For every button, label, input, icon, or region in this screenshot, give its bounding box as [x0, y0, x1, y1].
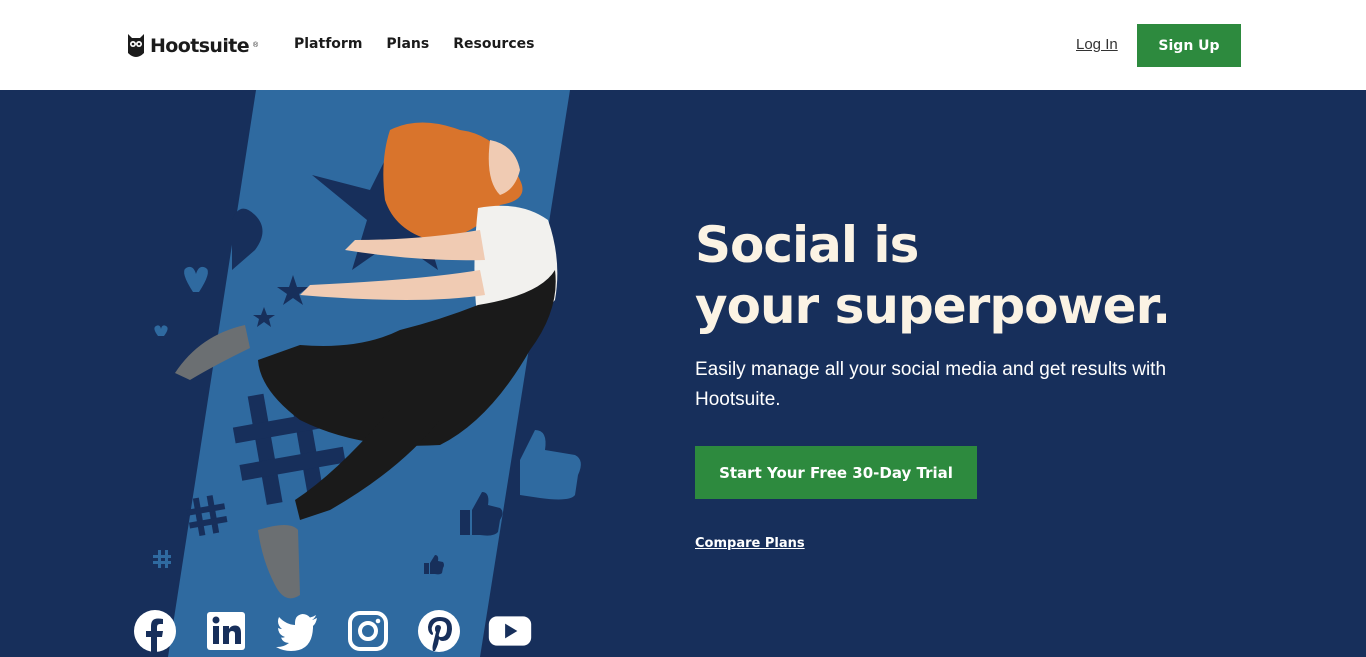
free-trial-button[interactable]: Start Your Free 30-Day Trial [695, 446, 977, 499]
hero-illustration [153, 90, 581, 657]
compare-plans-link[interactable]: Compare Plans [695, 536, 805, 551]
nav-item-platform[interactable]: Platform [294, 36, 362, 52]
twitter-icon [275, 609, 319, 653]
thumbs-up-large-icon [520, 430, 581, 500]
hero-headline: Social is your superpower. [695, 215, 1171, 337]
hootsuite-logo[interactable]: Hootsuite ® [126, 31, 258, 60]
headline-line-2: your superpower. [695, 277, 1171, 335]
instagram-icon [346, 609, 390, 653]
linkedin-icon [204, 609, 248, 653]
youtube-icon [488, 609, 532, 653]
facebook-icon [133, 609, 177, 653]
login-link[interactable]: Log In [1076, 36, 1118, 53]
owl-logo-icon [128, 34, 144, 57]
pinterest-icon [417, 609, 461, 653]
heart-icon [184, 266, 208, 292]
social-icons-row [133, 609, 532, 653]
nav-item-resources[interactable]: Resources [453, 36, 534, 52]
hero-subtitle: Easily manage all your social media and … [695, 359, 1167, 410]
signup-button[interactable]: Sign Up [1137, 24, 1241, 67]
logo-registered-mark: ® [253, 42, 259, 49]
hashtag-small-icon [153, 550, 171, 568]
hero-section: Social is your superpower. Easily manage… [0, 90, 1366, 657]
nav-item-plans[interactable]: Plans [386, 36, 429, 52]
site-header: Hootsuite ® Platform Plans Resources Log … [0, 0, 1366, 90]
heart-small-icon [154, 325, 168, 336]
logo-wordmark: Hootsuite [150, 34, 250, 57]
headline-line-1: Social is [695, 216, 919, 274]
main-nav: Platform Plans Resources [294, 36, 534, 52]
